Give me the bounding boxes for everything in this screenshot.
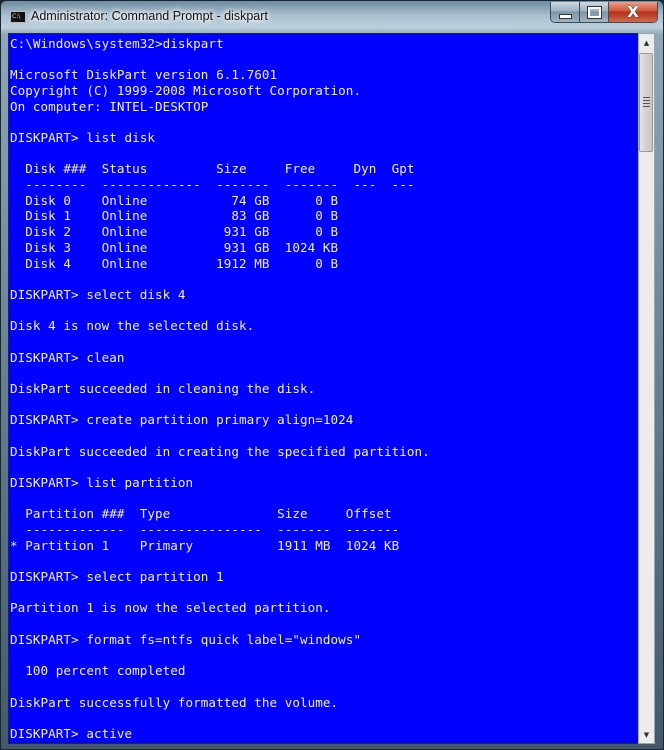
scroll-down-button[interactable]: ▼ <box>639 726 654 743</box>
close-icon: X <box>627 3 639 21</box>
console-output-line: Disk 0 Online 74 GB 0 B <box>10 192 339 208</box>
vertical-scrollbar[interactable]: ▲ ▼ <box>638 33 655 744</box>
scroll-down-arrow-icon: ▼ <box>643 730 650 739</box>
console-output-line: Copyright (C) 1999-2008 Microsoft Corpor… <box>10 83 362 99</box>
console-output-line: Disk 4 Online 1912 MB 0 B <box>10 255 339 271</box>
console-output-line: Disk 1 Online 83 GB 0 B <box>10 208 339 224</box>
console-output-line: Disk 4 is now the selected disk. <box>10 318 255 334</box>
cmd-icon[interactable]: C:\ <box>10 11 26 23</box>
console-command-line: DISKPART> list partition <box>10 475 194 491</box>
console-command-line: DISKPART> select partition 1 <box>10 569 224 585</box>
console-output-line: DiskPart successfully formatted the volu… <box>10 694 339 710</box>
thumb-grip-icon <box>643 100 650 101</box>
caption-buttons: X <box>550 2 658 23</box>
console-command-line: C:\Windows\system32>diskpart <box>10 36 224 51</box>
console-command-line: DISKPART> select disk 4 <box>10 286 186 302</box>
maximize-button[interactable] <box>580 2 609 22</box>
scroll-up-button[interactable]: ▲ <box>639 34 654 51</box>
console-output-line: Partition ### Type Size Offset <box>10 506 392 522</box>
minimize-icon <box>558 13 572 19</box>
console-output-line: Partition 1 is now the selected partitio… <box>10 600 331 616</box>
scroll-thumb[interactable] <box>639 53 653 152</box>
console-command-line: DISKPART> clean <box>10 349 125 365</box>
maximize-icon <box>586 5 602 19</box>
console-output-line: Disk 2 Online 931 GB 0 B <box>10 224 339 240</box>
console-command-line: DISKPART> active <box>10 725 133 741</box>
command-prompt-window: C:\ Administrator: Command Prompt - disk… <box>0 0 664 750</box>
console-output-line: ------------- ---------------- ------- -… <box>10 522 400 538</box>
title-bar[interactable]: C:\ Administrator: Command Prompt - disk… <box>1 1 664 34</box>
console-output-line: 100 percent completed <box>10 663 186 679</box>
window-title: Administrator: Command Prompt - diskpart <box>31 9 268 23</box>
console-output-line: DiskPart succeeded in cleaning the disk. <box>10 380 316 396</box>
close-button[interactable]: X <box>609 2 657 22</box>
scroll-up-arrow-icon: ▲ <box>643 38 650 47</box>
console-command-line: DISKPART> create partition primary align… <box>10 412 354 428</box>
console-output[interactable]: C:\Windows\system32>diskpart Microsoft Di… <box>8 33 638 744</box>
console-command-line: DISKPART> format fs=ntfs quick label="wi… <box>10 631 362 647</box>
console-output-line: -------- ------------- ------- ------- -… <box>10 177 415 193</box>
console-output-line: Disk 3 Online 931 GB 1024 KB <box>10 239 339 255</box>
thumb-grip-icon <box>643 97 650 98</box>
console-output-line: * Partition 1 Primary 1911 MB 1024 KB <box>10 537 400 553</box>
console-output-line: Microsoft DiskPart version 6.1.7601 <box>10 67 278 83</box>
console-output-line: On computer: INTEL-DESKTOP <box>10 98 209 114</box>
thumb-grip-icon <box>643 103 650 104</box>
console-output-line: DiskPart succeeded in creating the speci… <box>10 443 430 459</box>
console-output-line: Disk ### Status Size Free Dyn Gpt <box>10 161 415 177</box>
minimize-button[interactable] <box>551 2 580 22</box>
thumb-grip-icon <box>643 106 650 107</box>
console-command-line: DISKPART> list disk <box>10 130 156 146</box>
